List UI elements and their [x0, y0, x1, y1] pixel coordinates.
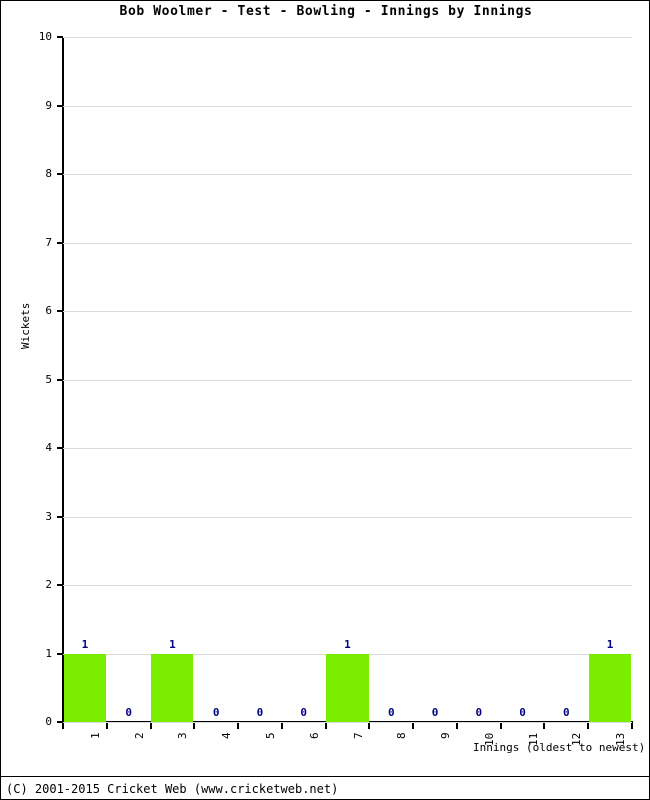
- gridline: [63, 242, 632, 244]
- y-tick-label: 8: [45, 167, 52, 180]
- y-tick-mark: [57, 378, 63, 381]
- x-tick-mark: [324, 723, 327, 729]
- bar-value-label: 1: [606, 637, 614, 651]
- y-tick-mark: [57, 104, 63, 107]
- x-tick-label: 4: [220, 732, 234, 739]
- bar-value-label: 0: [431, 706, 439, 719]
- bar-value-label: 0: [125, 706, 132, 719]
- plot-area: [63, 37, 632, 723]
- y-tick-label: 5: [45, 372, 52, 386]
- x-tick-label: 8: [395, 732, 409, 739]
- gridline: [63, 516, 632, 518]
- y-tick-mark: [57, 241, 63, 244]
- bar-value-label: 0: [256, 706, 264, 719]
- copyright-notice: (C) 2001-2015 Cricket Web (www.cricketwe…: [6, 782, 339, 796]
- x-tick-mark: [368, 723, 371, 729]
- x-tick-mark: [587, 723, 590, 729]
- bar: [151, 653, 194, 722]
- x-tick-mark: [499, 723, 502, 729]
- chart-page: Bob Woolmer - Test - Bowling - Innings b…: [0, 0, 650, 800]
- bar-value-label: 1: [169, 637, 176, 651]
- x-tick-label: 3: [176, 732, 190, 739]
- y-tick-mark: [57, 652, 63, 655]
- x-tick-mark: [193, 723, 196, 729]
- y-tick-mark: [57, 173, 63, 175]
- y-tick-label: 0: [45, 715, 52, 728]
- y-tick-label: 3: [45, 509, 52, 523]
- x-axis-title: Innings (oldest to newest): [473, 741, 646, 754]
- footer-divider: [1, 776, 649, 777]
- x-tick-mark: [455, 723, 458, 729]
- y-tick-mark: [57, 584, 63, 586]
- y-tick-label: 2: [45, 578, 52, 591]
- x-tick-label: 1: [88, 732, 102, 739]
- page-title: Bob Woolmer - Test - Bowling - Innings b…: [119, 4, 533, 19]
- x-tick-label: 5: [263, 732, 277, 739]
- gridline: [63, 174, 632, 175]
- bar-value-label: 1: [344, 637, 351, 651]
- y-tick-label: 10: [38, 30, 52, 43]
- x-tick-mark: [105, 723, 108, 729]
- gridline: [63, 37, 632, 38]
- gridline: [63, 722, 632, 723]
- x-tick-mark: [631, 723, 633, 729]
- bar: [589, 653, 632, 722]
- gridline: [63, 105, 632, 107]
- x-tick-mark: [543, 723, 546, 729]
- x-tick-label: 2: [132, 732, 146, 739]
- gridline: [63, 448, 632, 449]
- x-tick-label: 7: [351, 732, 365, 739]
- y-tick-label: 1: [45, 646, 52, 660]
- bar-value-label: 0: [300, 706, 308, 719]
- bar-value-label: 1: [81, 637, 89, 651]
- x-tick-mark: [412, 723, 415, 729]
- y-tick-mark: [57, 36, 63, 38]
- gridline: [63, 585, 632, 586]
- gridline: [63, 379, 632, 381]
- bar-value-label: 0: [387, 706, 395, 719]
- bar-value-label: 0: [563, 706, 570, 719]
- x-tick-label: 9: [439, 732, 453, 739]
- x-tick-label: 6: [307, 732, 321, 739]
- y-tick-mark: [57, 515, 63, 518]
- bar-value-label: 0: [212, 706, 220, 719]
- bar: [326, 653, 369, 722]
- bar: [63, 653, 106, 722]
- y-axis-title: Wickets: [19, 302, 32, 349]
- x-tick-mark: [237, 723, 240, 729]
- gridline: [63, 311, 632, 312]
- bar-value-label: 0: [475, 706, 483, 719]
- y-tick-label: 4: [45, 441, 52, 454]
- x-tick-mark: [62, 723, 64, 729]
- bar-value-label: 0: [519, 706, 526, 719]
- y-tick-mark: [57, 310, 63, 312]
- y-tick-label: 9: [45, 98, 52, 112]
- y-tick-mark: [57, 447, 63, 449]
- x-tick-mark: [280, 723, 283, 729]
- y-tick-label: 7: [45, 235, 52, 249]
- x-tick-mark: [149, 723, 152, 729]
